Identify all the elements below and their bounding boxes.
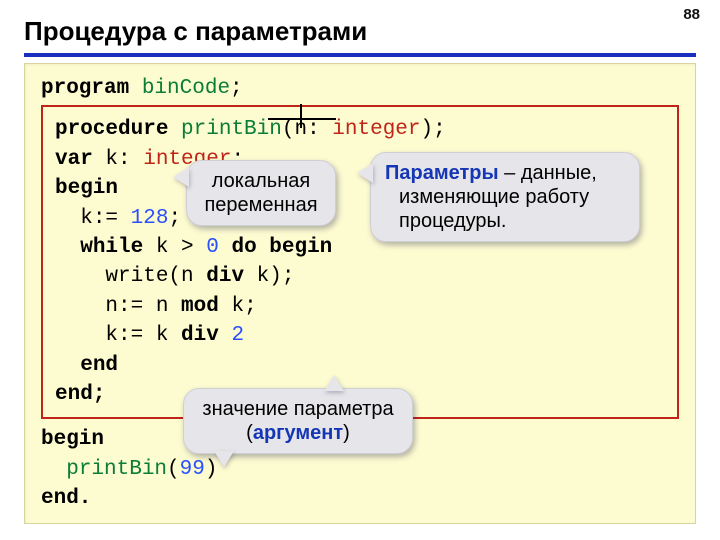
program-name: binCode	[142, 77, 230, 100]
kw-end: end	[80, 354, 118, 377]
kw-var: var	[55, 148, 93, 171]
callout-line: Параметры – данные,	[385, 161, 625, 185]
code-line: k:= k div 2	[55, 321, 665, 350]
callout-line: процедуры.	[385, 209, 625, 233]
n-assign-l: n:= n	[105, 295, 181, 318]
kw-procedure: procedure	[55, 118, 168, 141]
var-k: k:	[93, 148, 143, 171]
kw-div: div	[206, 265, 244, 288]
num-0: 0	[206, 236, 219, 259]
code-block: program binCode; procedure printBin(n: i…	[24, 63, 696, 524]
kw-div: div	[181, 324, 219, 347]
callout-line: изменяющие работу	[385, 185, 625, 209]
slide-title: Процедура с параметрами	[24, 16, 696, 57]
kw-end-dot: end.	[41, 487, 91, 510]
code-line: program binCode;	[41, 74, 679, 103]
n-assign-r: k;	[219, 295, 257, 318]
proc-name: printBin	[181, 118, 282, 141]
callout-tail	[173, 167, 189, 187]
kw-do-begin: do begin	[219, 236, 332, 259]
callout-tail	[357, 163, 373, 183]
k-assign: k:=	[80, 207, 130, 230]
callout-tail	[214, 451, 234, 467]
k-div-r	[219, 324, 232, 347]
code-line: end	[55, 351, 665, 380]
callout-text: )	[343, 422, 350, 444]
callout-local-var: локальная переменная	[186, 160, 336, 226]
kw-end-semi: end;	[55, 383, 105, 406]
kw-while: while	[80, 236, 143, 259]
semi: ;	[168, 207, 181, 230]
code-line: write(n div k);	[55, 262, 665, 291]
callout-argument: значение параметра (аргумент)	[183, 388, 413, 454]
callout-text: – данные,	[499, 162, 597, 184]
semi: ;	[230, 77, 243, 100]
callout-line: значение параметра	[198, 397, 398, 421]
type-integer: integer	[332, 118, 420, 141]
call-arg: 99	[180, 458, 205, 481]
callout-text: (	[246, 422, 253, 444]
while-cond-a: k >	[143, 236, 206, 259]
kw-program: program	[41, 77, 129, 100]
callout-accent: Параметры	[385, 162, 499, 184]
callout-params: Параметры – данные, изменяющие работу пр…	[370, 152, 640, 242]
code-line: end.	[41, 484, 679, 513]
rparen: );	[421, 118, 446, 141]
code-line: printBin(99)	[41, 455, 679, 484]
callout-accent: аргумент	[253, 422, 343, 444]
lparen: (	[282, 118, 295, 141]
callout-tail	[324, 375, 344, 391]
connector-line	[300, 118, 302, 128]
kw-begin: begin	[41, 428, 104, 451]
callout-line: переменная	[201, 193, 321, 217]
kw-mod: mod	[181, 295, 219, 318]
connector-line	[300, 104, 302, 118]
write-l: write(n	[105, 265, 206, 288]
page-number: 88	[683, 6, 700, 23]
call-name: printBin	[66, 458, 167, 481]
num-128: 128	[131, 207, 169, 230]
callout-line: локальная	[201, 169, 321, 193]
kw-begin: begin	[55, 177, 118, 200]
num-2: 2	[231, 324, 244, 347]
write-r: k);	[244, 265, 294, 288]
connector-line	[268, 118, 336, 120]
k-div-l: k:= k	[105, 324, 181, 347]
callout-line: (аргумент)	[198, 421, 398, 445]
call-lparen: (	[167, 458, 180, 481]
code-line: n:= n mod k;	[55, 292, 665, 321]
code-line: procedure printBin(n: integer);	[55, 115, 665, 144]
